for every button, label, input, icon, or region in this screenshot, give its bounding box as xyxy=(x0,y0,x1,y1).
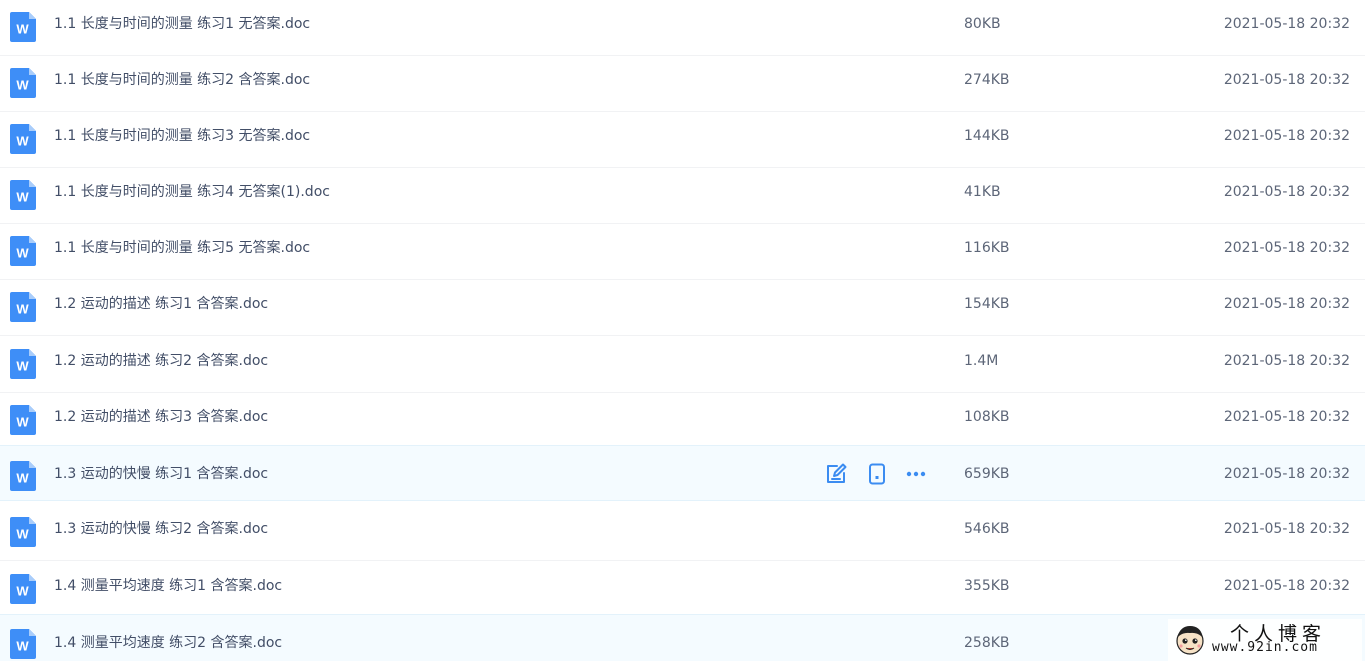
file-row-hovered[interactable]: W 1.3 运动的快慢 练习1 含答案.doc 659KB 2021-05-18… xyxy=(0,445,1365,501)
file-row[interactable]: W 1.3 运动的快慢 练习2 含答案.doc 546KB 2021-05-18… xyxy=(0,505,1365,561)
cartoon-avatar-icon xyxy=(1176,626,1204,655)
file-row[interactable]: W 1.1 长度与时间的测量 练习1 无答案.doc 80KB 2021-05-… xyxy=(0,0,1365,56)
svg-text:W: W xyxy=(16,639,29,654)
file-date: 2021-05-18 20:32 xyxy=(1223,466,1350,482)
file-name[interactable]: 1.1 长度与时间的测量 练习1 无答案.doc xyxy=(54,0,310,48)
word-doc-icon: W xyxy=(10,517,36,547)
file-row[interactable]: W 1.4 测量平均速度 练习1 含答案.doc 355KB 2021-05-1… xyxy=(0,562,1365,618)
edit-icon[interactable] xyxy=(825,463,847,485)
file-size: 355KB xyxy=(964,578,1010,594)
word-doc-icon: W xyxy=(10,292,36,322)
svg-text:W: W xyxy=(16,302,29,317)
file-name[interactable]: 1.1 长度与时间的测量 练习5 无答案.doc xyxy=(54,224,310,272)
watermark-url: www.92in.com xyxy=(1212,640,1318,655)
file-size: 258KB xyxy=(964,635,1010,651)
word-doc-icon: W xyxy=(10,461,36,491)
word-doc-icon: W xyxy=(10,68,36,98)
file-name[interactable]: 1.1 长度与时间的测量 练习3 无答案.doc xyxy=(54,112,310,160)
file-row[interactable]: W 1.1 长度与时间的测量 练习3 无答案.doc 144KB 2021-05… xyxy=(0,112,1365,168)
svg-text:W: W xyxy=(16,415,29,430)
file-row[interactable]: W 1.2 运动的描述 练习3 含答案.doc 108KB 2021-05-18… xyxy=(0,393,1365,449)
svg-text:W: W xyxy=(16,359,29,374)
svg-text:W: W xyxy=(16,246,29,261)
file-date: 2021-05-18 20:32 xyxy=(1223,16,1350,32)
phone-icon[interactable] xyxy=(866,463,888,485)
file-size: 144KB xyxy=(964,128,1010,144)
more-icon[interactable] xyxy=(905,463,927,485)
file-size: 108KB xyxy=(964,409,1010,425)
word-doc-icon: W xyxy=(10,405,36,435)
blog-watermark: 个人博客 www.92in.com xyxy=(1168,619,1362,661)
file-size: 546KB xyxy=(964,521,1010,537)
word-doc-icon: W xyxy=(10,574,36,604)
svg-text:W: W xyxy=(16,527,29,542)
svg-text:W: W xyxy=(16,134,29,149)
file-row[interactable]: W 1.2 运动的描述 练习2 含答案.doc 1.4M 2021-05-18 … xyxy=(0,337,1365,393)
file-row[interactable]: W 1.1 长度与时间的测量 练习2 含答案.doc 274KB 2021-05… xyxy=(0,56,1365,112)
file-date: 2021-05-18 20:32 xyxy=(1223,72,1350,88)
svg-text:W: W xyxy=(16,584,29,599)
file-date: 2021-05-18 20:32 xyxy=(1223,521,1350,537)
file-date: 2021-05-18 20:32 xyxy=(1223,353,1350,369)
file-size: 1.4M xyxy=(964,353,999,369)
file-date: 2021-05-18 20:32 xyxy=(1223,184,1350,200)
file-size: 80KB xyxy=(964,16,1001,32)
word-doc-icon: W xyxy=(10,12,36,42)
file-name[interactable]: 1.2 运动的描述 练习2 含答案.doc xyxy=(54,337,268,385)
file-date: 2021-05-18 20:32 xyxy=(1223,296,1350,312)
file-size: 274KB xyxy=(964,72,1010,88)
svg-text:W: W xyxy=(16,190,29,205)
file-size: 154KB xyxy=(964,296,1010,312)
file-size: 116KB xyxy=(964,240,1010,256)
svg-text:W: W xyxy=(16,78,29,93)
file-date: 2021-05-18 20:32 xyxy=(1223,578,1350,594)
file-row[interactable]: W 1.1 长度与时间的测量 练习4 无答案(1).doc 41KB 2021-… xyxy=(0,168,1365,224)
file-name[interactable]: 1.3 运动的快慢 练习1 含答案.doc xyxy=(54,450,268,498)
file-size: 41KB xyxy=(964,184,1001,200)
file-row[interactable]: W 1.4 测量平均速度 练习2 含答案.doc 258KB xyxy=(0,614,1365,661)
file-name[interactable]: 1.3 运动的快慢 练习2 含答案.doc xyxy=(54,505,268,553)
file-name[interactable]: 1.4 测量平均速度 练习1 含答案.doc xyxy=(54,562,282,610)
file-name[interactable]: 1.2 运动的描述 练习3 含答案.doc xyxy=(54,393,268,441)
file-size: 659KB xyxy=(964,466,1010,482)
svg-text:W: W xyxy=(16,22,29,37)
word-doc-icon: W xyxy=(10,349,36,379)
file-date: 2021-05-18 20:32 xyxy=(1223,240,1350,256)
file-row[interactable]: W 1.1 长度与时间的测量 练习5 无答案.doc 116KB 2021-05… xyxy=(0,224,1365,280)
file-name[interactable]: 1.4 测量平均速度 练习2 含答案.doc xyxy=(54,619,282,667)
file-date: 2021-05-18 20:32 xyxy=(1223,128,1350,144)
word-doc-icon: W xyxy=(10,180,36,210)
file-name[interactable]: 1.1 长度与时间的测量 练习2 含答案.doc xyxy=(54,56,310,104)
word-doc-icon: W xyxy=(10,236,36,266)
file-name[interactable]: 1.2 运动的描述 练习1 含答案.doc xyxy=(54,280,268,328)
file-row[interactable]: W 1.2 运动的描述 练习1 含答案.doc 154KB 2021-05-18… xyxy=(0,280,1365,336)
word-doc-icon: W xyxy=(10,124,36,154)
svg-text:W: W xyxy=(16,471,29,486)
file-date: 2021-05-18 20:32 xyxy=(1223,409,1350,425)
word-doc-icon: W xyxy=(10,629,36,659)
file-name[interactable]: 1.1 长度与时间的测量 练习4 无答案(1).doc xyxy=(54,168,330,216)
